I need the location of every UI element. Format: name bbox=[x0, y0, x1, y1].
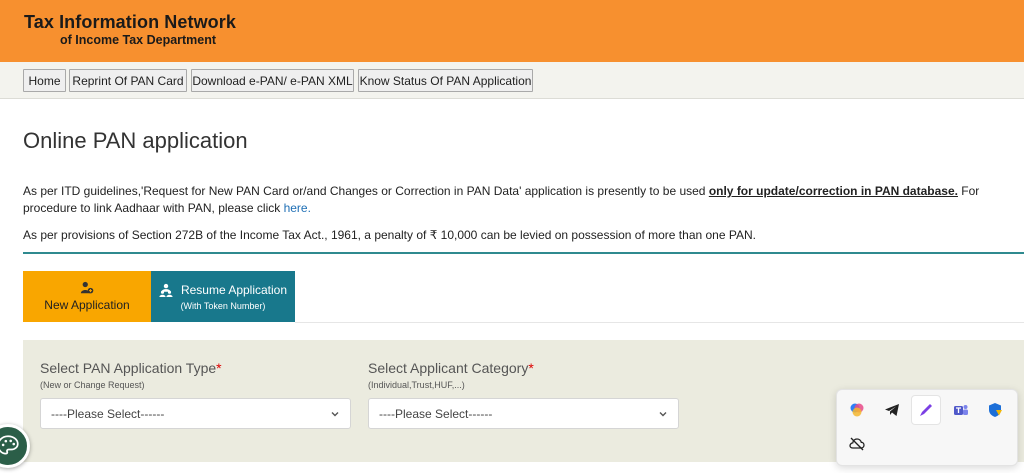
chevron-down-icon bbox=[331, 412, 339, 417]
notice-text: As per ITD guidelines,'Request for New P… bbox=[23, 184, 709, 198]
tab-strip-divider bbox=[295, 322, 1024, 323]
guideline-notice: As per ITD guidelines,'Request for New P… bbox=[23, 183, 1008, 217]
application-type-select[interactable]: ----Please Select------ bbox=[40, 398, 351, 429]
required-asterisk: * bbox=[216, 360, 222, 376]
applicant-category-hint: (Individual,Trust,HUF,...) bbox=[368, 380, 465, 390]
cloud-off-icon[interactable] bbox=[842, 429, 872, 459]
section-divider bbox=[23, 252, 1024, 254]
tab-new-label: New Application bbox=[44, 298, 130, 312]
required-asterisk: * bbox=[528, 360, 534, 376]
tab-resume-application[interactable]: Resume Application (With Token Number) bbox=[151, 271, 295, 322]
copilot-icon[interactable] bbox=[842, 395, 872, 425]
application-type-value: ----Please Select------ bbox=[51, 406, 165, 421]
application-type-hint: (New or Change Request) bbox=[40, 380, 145, 390]
aadhaar-link[interactable]: here. bbox=[284, 201, 311, 215]
applicant-category-select[interactable]: ----Please Select------ bbox=[368, 398, 679, 429]
reprint-pan-button[interactable]: Reprint Of PAN Card bbox=[69, 69, 187, 92]
page-title: Online PAN application bbox=[23, 128, 248, 153]
site-header: Tax Information Network of Income Tax De… bbox=[0, 0, 1024, 62]
tab-resume-sublabel: (With Token Number) bbox=[180, 300, 266, 311]
telegram-icon[interactable] bbox=[877, 395, 907, 425]
notice-emphasis: only for update/correction in PAN databa… bbox=[708, 184, 958, 198]
application-type-label: Select PAN Application Type* bbox=[40, 360, 222, 376]
person-add-icon bbox=[80, 281, 94, 294]
home-button[interactable]: Home bbox=[23, 69, 66, 92]
applicant-category-value: ----Please Select------ bbox=[379, 406, 493, 421]
defender-icon[interactable] bbox=[980, 395, 1010, 425]
people-icon bbox=[159, 283, 173, 297]
tab-resume-label: Resume Application bbox=[180, 282, 288, 297]
penalty-notice: As per provisions of Section 272B of the… bbox=[23, 228, 756, 242]
tab-new-application[interactable]: New Application bbox=[23, 271, 151, 322]
nav-bar: Home Reprint Of PAN Card Download e-PAN/… bbox=[0, 62, 1024, 99]
applicant-category-label: Select Applicant Category* bbox=[368, 360, 534, 376]
know-status-button[interactable]: Know Status Of PAN Application bbox=[358, 69, 533, 92]
brand-title[interactable]: Tax Information Network bbox=[24, 12, 236, 33]
download-epan-button[interactable]: Download e-PAN/ e-PAN XML bbox=[191, 69, 354, 92]
brand-subtitle: of Income Tax Department bbox=[60, 33, 217, 47]
pen-icon[interactable] bbox=[911, 395, 941, 425]
chevron-down-icon bbox=[659, 412, 667, 417]
extension-tray bbox=[836, 389, 1018, 466]
palette-icon bbox=[0, 435, 19, 455]
teams-icon[interactable] bbox=[946, 395, 976, 425]
